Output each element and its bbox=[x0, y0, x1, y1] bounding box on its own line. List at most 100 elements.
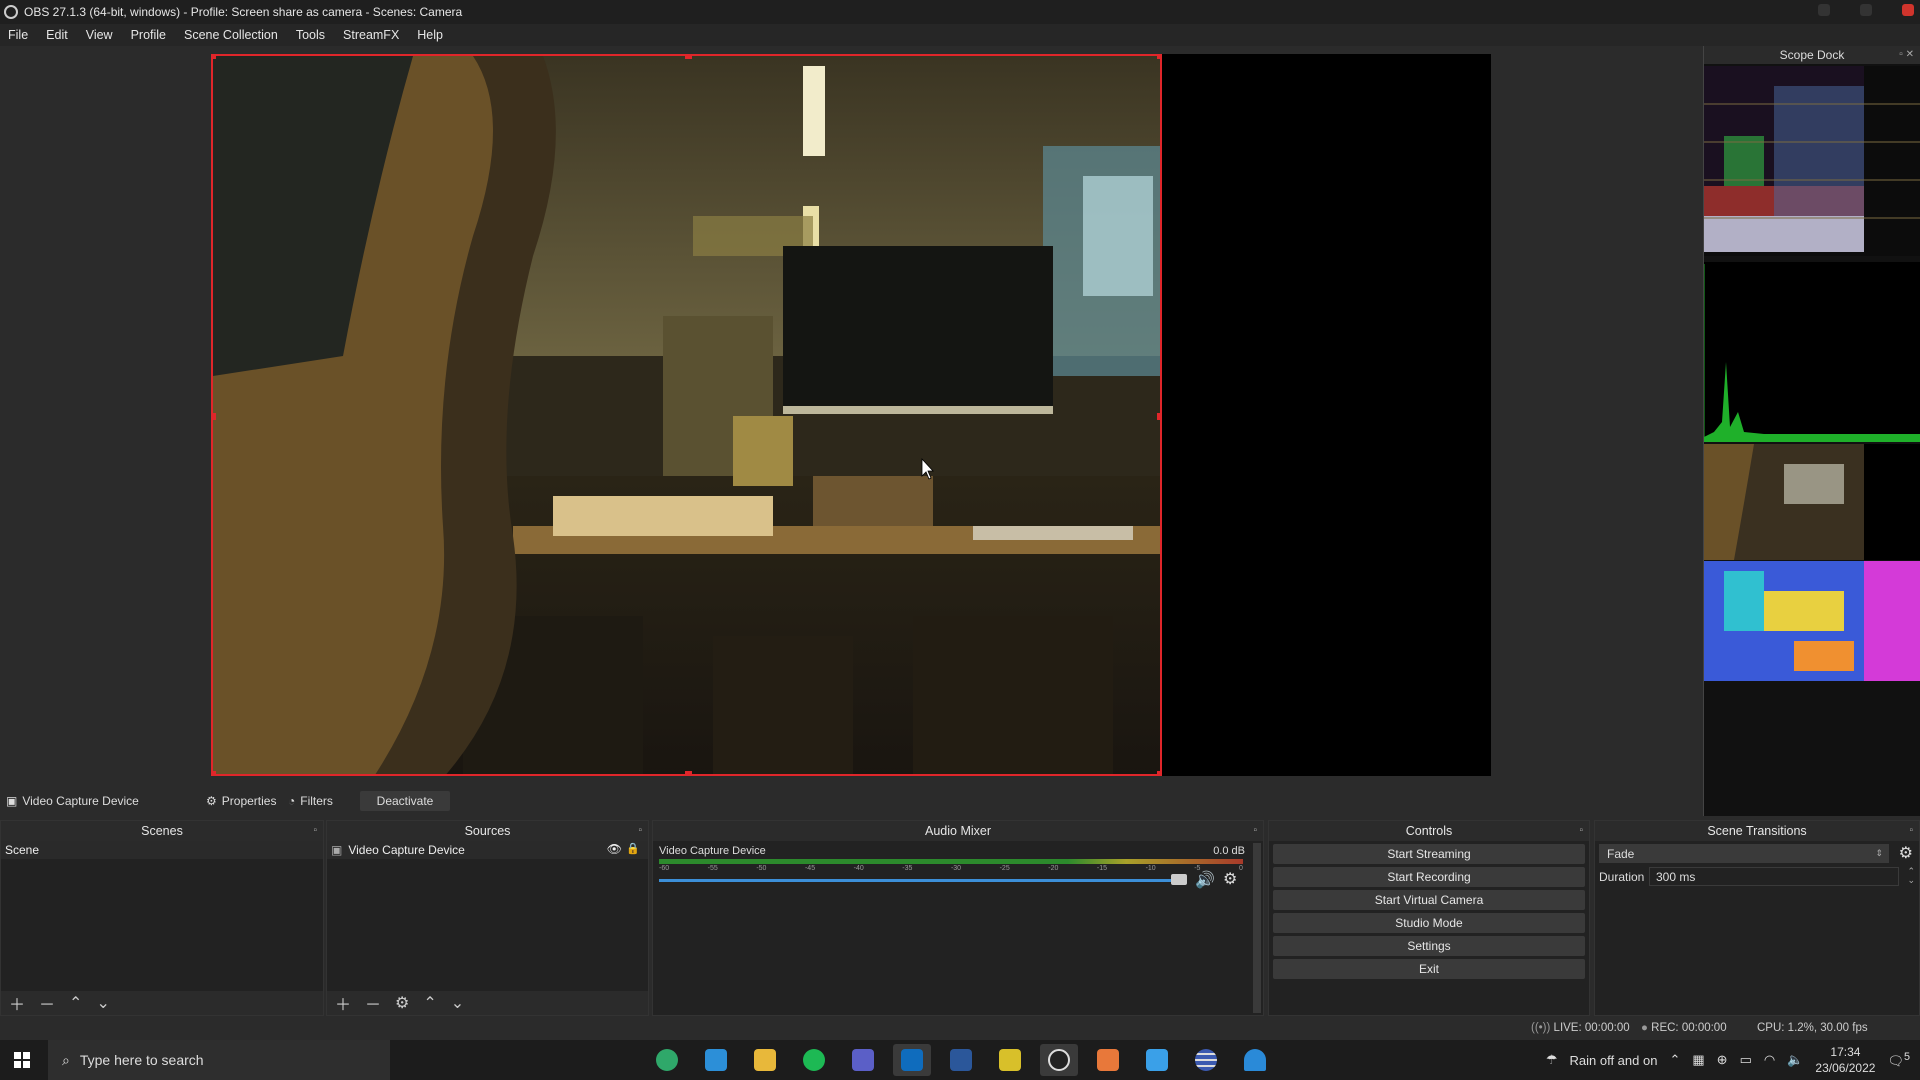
app-orange-icon[interactable] bbox=[1089, 1044, 1127, 1076]
word-icon[interactable] bbox=[942, 1044, 980, 1076]
audio-mixer-title: Audio Mixer bbox=[925, 824, 991, 838]
spinner-arrows-icon[interactable]: ⌃ ⌄ bbox=[1907, 867, 1915, 885]
window-controls bbox=[1818, 4, 1914, 16]
app-blue-icon[interactable] bbox=[1138, 1044, 1176, 1076]
resize-handle[interactable] bbox=[213, 413, 216, 420]
chevron-up-icon[interactable]: ⌃ bbox=[1669, 1052, 1680, 1068]
taskbar-clock[interactable]: 17:34 23/06/2022 bbox=[1815, 1044, 1875, 1076]
file-explorer-icon[interactable] bbox=[746, 1044, 784, 1076]
gear-icon[interactable]: ⚙ bbox=[395, 993, 409, 1013]
preview-area[interactable] bbox=[0, 46, 1700, 786]
start-recording-button[interactable]: Start Recording bbox=[1273, 867, 1585, 887]
camera-icon: ▣ bbox=[6, 794, 18, 808]
edge-dev-icon[interactable] bbox=[648, 1044, 686, 1076]
outlook-icon[interactable] bbox=[893, 1044, 931, 1076]
taskbar-apps bbox=[648, 1044, 1274, 1076]
resize-handle[interactable] bbox=[685, 56, 692, 59]
speaker-icon[interactable]: 🔊 bbox=[1195, 870, 1215, 890]
volume-icon[interactable]: 🔈 bbox=[1787, 1052, 1803, 1068]
eye-icon[interactable]: 👁 bbox=[607, 842, 622, 856]
dock-float-icon[interactable]: ▫ bbox=[313, 825, 317, 836]
wifi-icon[interactable]: ◠ bbox=[1764, 1052, 1775, 1068]
source-toolbar: ▣ Video Capture Device ⚙ Properties ◔ Fi… bbox=[0, 790, 1700, 812]
menu-help[interactable]: Help bbox=[417, 28, 443, 42]
meter-tick: -35 bbox=[902, 865, 913, 872]
minimize-button[interactable] bbox=[1818, 4, 1830, 16]
live-status: ((•)) LIVE: 00:00:00 bbox=[1531, 1022, 1630, 1034]
app-person-icon[interactable] bbox=[1236, 1044, 1274, 1076]
move-down-icon[interactable]: ⌄ bbox=[96, 993, 109, 1013]
start-streaming-button[interactable]: Start Streaming bbox=[1273, 844, 1585, 864]
add-icon[interactable]: ＋ bbox=[9, 991, 25, 1015]
resize-handle[interactable] bbox=[1157, 413, 1160, 420]
sources-header: Sources ▫ bbox=[327, 821, 648, 841]
transition-row: Fade ⇕ ⚙ bbox=[1595, 841, 1919, 865]
move-down-icon[interactable]: ⌄ bbox=[451, 993, 464, 1013]
move-up-icon[interactable]: ⌃ bbox=[69, 993, 82, 1013]
source-item-name: Video Capture Device bbox=[348, 843, 465, 857]
duration-value: 300 ms bbox=[1656, 869, 1696, 884]
scene-transitions-header: Scene Transitions ▫ bbox=[1595, 821, 1919, 841]
taskbar-search[interactable]: ⌕ Type here to search bbox=[48, 1040, 390, 1080]
obs-icon[interactable] bbox=[1040, 1044, 1078, 1076]
remove-icon[interactable]: － bbox=[365, 991, 381, 1015]
dock-float-icon[interactable]: ▫ bbox=[1579, 825, 1583, 836]
transition-select[interactable]: Fade ⇕ bbox=[1599, 844, 1889, 863]
audio-mixer-dock: Audio Mixer ▫ Video Capture Device 0.0 d… bbox=[652, 820, 1264, 1016]
dock-float-close-icon[interactable]: ▫ ✕ bbox=[1899, 49, 1914, 60]
gear-icon[interactable]: ⚙ bbox=[1223, 869, 1237, 889]
add-icon[interactable]: ＋ bbox=[335, 991, 351, 1015]
resize-handle[interactable] bbox=[1157, 56, 1160, 59]
preview-thumbnail-scope bbox=[1704, 444, 1920, 560]
resize-handle[interactable] bbox=[1157, 771, 1160, 774]
dock-float-icon[interactable]: ▫ bbox=[1253, 825, 1257, 836]
lock-icon[interactable]: 🔒 bbox=[626, 842, 640, 855]
scope-dock-title: Scope Dock bbox=[1779, 48, 1845, 62]
bandicam-icon[interactable] bbox=[991, 1044, 1029, 1076]
network-icon[interactable]: ⊕ bbox=[1717, 1052, 1728, 1068]
volume-slider-handle[interactable] bbox=[1171, 874, 1187, 885]
scene-item[interactable]: Scene bbox=[1, 841, 323, 859]
start-virtual-camera-button[interactable]: Start Virtual Camera bbox=[1273, 890, 1585, 910]
source-item[interactable]: ▣ Video Capture Device 👁 🔒 bbox=[327, 841, 648, 859]
menu-streamfx[interactable]: StreamFX bbox=[343, 28, 399, 42]
resize-handle[interactable] bbox=[213, 56, 216, 59]
tray-app-icon[interactable]: ▦ bbox=[1692, 1052, 1704, 1068]
audio-channel: Video Capture Device 0.0 dB -60 -55 -50 … bbox=[653, 841, 1263, 901]
menu-file[interactable]: File bbox=[8, 28, 28, 42]
notifications-icon[interactable]: 🗨5 bbox=[1887, 1051, 1910, 1069]
settings-button[interactable]: Settings bbox=[1273, 936, 1585, 956]
gear-icon[interactable]: ⚙ bbox=[1899, 843, 1913, 863]
duration-input[interactable]: 300 ms bbox=[1649, 867, 1899, 886]
exit-button[interactable]: Exit bbox=[1273, 959, 1585, 979]
windows-start-icon[interactable] bbox=[14, 1052, 30, 1068]
spotify-icon[interactable] bbox=[795, 1044, 833, 1076]
close-button[interactable] bbox=[1902, 4, 1914, 16]
maximize-button[interactable] bbox=[1860, 4, 1872, 16]
remove-icon[interactable]: － bbox=[39, 991, 55, 1015]
menu-edit[interactable]: Edit bbox=[46, 28, 68, 42]
menu-tools[interactable]: Tools bbox=[296, 28, 325, 42]
vscode-icon[interactable] bbox=[697, 1044, 735, 1076]
scenes-dock: Scenes ▫ Scene ＋ － ⌃ ⌄ bbox=[0, 820, 324, 1016]
teams-icon[interactable] bbox=[844, 1044, 882, 1076]
deactivate-button[interactable]: Deactivate bbox=[360, 791, 450, 811]
menu-profile[interactable]: Profile bbox=[131, 28, 166, 42]
menu-scene-collection[interactable]: Scene Collection bbox=[184, 28, 278, 42]
app-striped-icon[interactable] bbox=[1187, 1044, 1225, 1076]
battery-icon[interactable]: ▭ bbox=[1740, 1052, 1752, 1068]
volume-slider[interactable] bbox=[659, 879, 1183, 882]
resize-handle[interactable] bbox=[685, 771, 692, 774]
menu-view[interactable]: View bbox=[86, 28, 113, 42]
resize-handle[interactable] bbox=[213, 771, 216, 774]
studio-mode-button[interactable]: Studio Mode bbox=[1273, 913, 1585, 933]
weather-text[interactable]: Rain off and on bbox=[1570, 1053, 1658, 1068]
properties-button[interactable]: ⚙ Properties bbox=[206, 794, 288, 808]
dock-float-icon[interactable]: ▫ bbox=[638, 825, 642, 836]
camera-source-preview[interactable] bbox=[211, 54, 1162, 776]
move-up-icon[interactable]: ⌃ bbox=[423, 993, 436, 1013]
dock-float-icon[interactable]: ▫ bbox=[1909, 825, 1913, 836]
sources-toolbar: ＋ － ⚙ ⌃ ⌄ bbox=[327, 991, 648, 1015]
filters-button[interactable]: ◔ Filters bbox=[288, 794, 354, 808]
scrollbar[interactable] bbox=[1253, 843, 1261, 1013]
